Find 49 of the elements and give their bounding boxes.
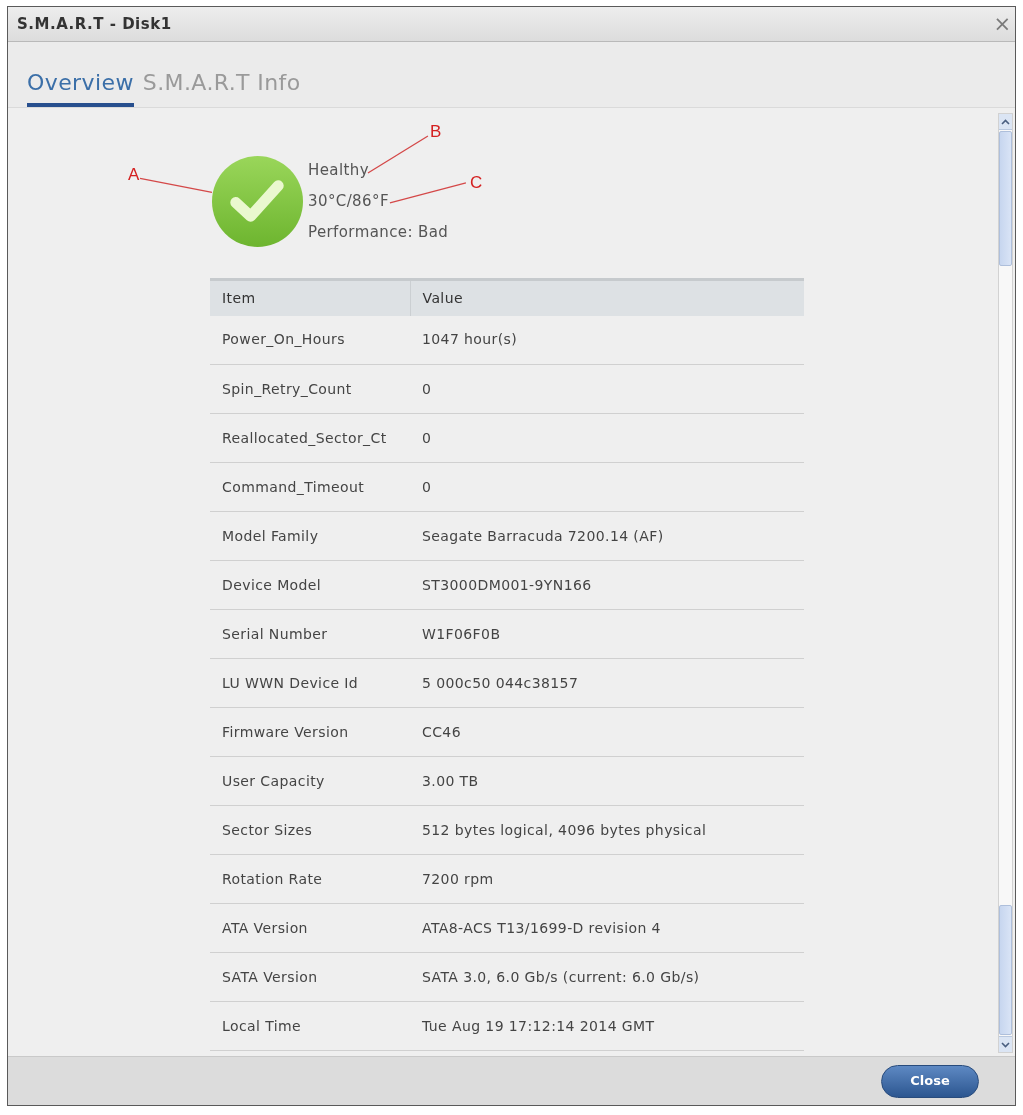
table-cell: LU WWN Device Id bbox=[210, 658, 410, 708]
table-cell: Serial Number bbox=[210, 609, 410, 659]
table-cell: Firmware Version bbox=[210, 707, 410, 757]
table-cell: 512 bytes logical, 4096 bytes physical bbox=[410, 805, 804, 855]
table-cell: CC46 bbox=[410, 707, 804, 757]
close-button[interactable]: Close bbox=[881, 1064, 979, 1098]
table-cell: Local Time bbox=[210, 1001, 410, 1051]
scroll-down-button[interactable] bbox=[999, 1036, 1012, 1052]
table-cell: Command_Timeout bbox=[210, 462, 410, 512]
table-cell: 5 000c50 044c38157 bbox=[410, 658, 804, 708]
table-cell: Rotation Rate bbox=[210, 854, 410, 904]
table-cell: 0 bbox=[410, 413, 804, 463]
table-cell: 3.00 TB bbox=[410, 756, 804, 806]
table-cell: 7200 rpm bbox=[410, 854, 804, 904]
window-title: S.M.A.R.T - Disk1 bbox=[17, 13, 172, 35]
table-cell: Tue Aug 19 17:12:14 2014 GMT bbox=[410, 1001, 804, 1051]
table-cell: 0 bbox=[410, 364, 804, 414]
annotation-label: A bbox=[128, 165, 140, 183]
performance-text: Performance: Bad bbox=[308, 223, 449, 241]
table-cell: SATA Version bbox=[210, 952, 410, 1002]
table-cell: Power_On_Hours bbox=[210, 315, 410, 365]
table-cell: Model Family bbox=[210, 511, 410, 561]
leader-line bbox=[367, 135, 429, 174]
chevron-down-icon bbox=[1001, 1041, 1010, 1048]
scrollbar-thumb[interactable] bbox=[999, 131, 1012, 266]
table-cell: 1047 hour(s) bbox=[410, 315, 804, 365]
temperature-text: 30°C/86°F bbox=[308, 192, 389, 210]
table-cell: ATA8-ACS T13/1699-D revision 4 bbox=[410, 903, 804, 953]
table-cell: Seagate Barracuda 7200.14 (AF) bbox=[410, 511, 804, 561]
column-header: Item bbox=[210, 279, 410, 316]
table-cell: ATA Version bbox=[210, 903, 410, 953]
table-cell: SATA 3.0, 6.0 Gb/s (current: 6.0 Gb/s) bbox=[410, 952, 804, 1002]
health-status: Healthy bbox=[308, 161, 369, 179]
annotation-label: C bbox=[469, 174, 483, 192]
chevron-up-icon bbox=[1001, 118, 1010, 125]
close-button[interactable]: × bbox=[990, 13, 1014, 35]
scrollbar-thumb[interactable] bbox=[999, 905, 1012, 1035]
table-cell: W1F06F0B bbox=[410, 609, 804, 659]
table-cell: User Capacity bbox=[210, 756, 410, 806]
table-cell: Spin_Retry_Count bbox=[210, 364, 410, 414]
table-cell: Sector Sizes bbox=[210, 805, 410, 855]
table-cell: 0 bbox=[410, 462, 804, 512]
annotation-label: B bbox=[429, 123, 442, 141]
tab[interactable]: S.M.A.R.T Info bbox=[142, 48, 301, 107]
table-cell: ST3000DM001-9YN166 bbox=[410, 560, 804, 610]
table-cell: Reallocated_Sector_Ct bbox=[210, 413, 410, 463]
column-header: Value bbox=[410, 279, 804, 316]
scroll-up-button[interactable] bbox=[999, 114, 1012, 130]
table-cell: Device Model bbox=[210, 560, 410, 610]
